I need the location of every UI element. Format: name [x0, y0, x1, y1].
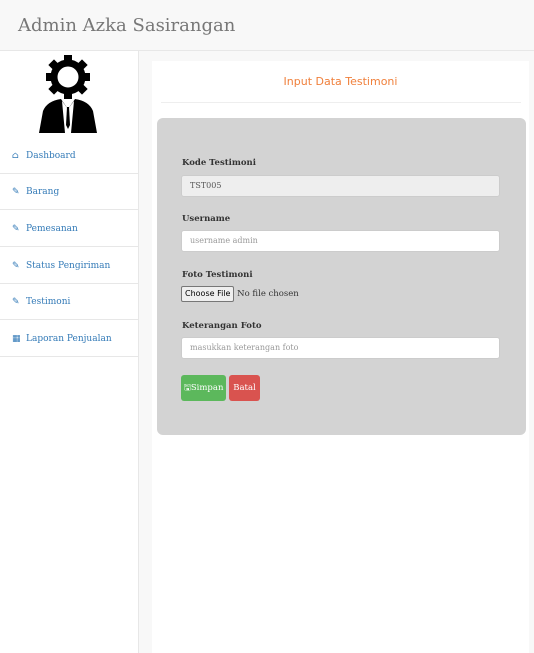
sidebar-item-status-pengiriman[interactable]: ✎ Status Pengiriman [0, 248, 138, 284]
sidebar-item-label: Dashboard [26, 151, 76, 161]
sidebar-item-label: Barang [26, 187, 60, 197]
sidebar: ⌂ Dashboard ✎ Barang ✎ Pemesanan ✎ Status Pe… [0, 51, 139, 653]
choose-file-button[interactable]: Choose File [181, 286, 235, 302]
admin-avatar-icon [39, 55, 97, 133]
edit-icon: ✎ [12, 187, 20, 197]
keterangan-foto-label: Keterangan Foto [182, 321, 262, 331]
username-label: Username [182, 214, 231, 224]
sidebar-item-label: Pemesanan [26, 224, 78, 234]
edit-icon: ✎ [12, 297, 20, 307]
sidebar-item-barang[interactable]: ✎ Barang [0, 174, 138, 210]
top-navbar: Admin Azka Sasirangan [0, 0, 534, 51]
keterangan-foto-input[interactable]: masukkan keterangan foto [181, 337, 500, 359]
save-button-label: Simpan [190, 383, 224, 393]
main-content: Input Data Testimoni Kode Testimoni TST0… [139, 51, 534, 653]
testimoni-form: Kode Testimoni TST005 Username username … [157, 118, 526, 435]
foto-testimoni-label: Foto Testimoni [182, 270, 253, 280]
save-button[interactable]: 🖫Simpan [181, 375, 226, 401]
sidebar-item-label: Status Pengiriman [26, 261, 111, 271]
save-icon: 🖫 [183, 383, 191, 393]
divider [161, 102, 521, 103]
home-icon: ⌂ [12, 151, 19, 161]
panel-title: Input Data Testimoni [283, 75, 398, 88]
sidebar-item-label: Testimoni [26, 297, 71, 307]
cancel-button[interactable]: Batal [229, 375, 260, 401]
username-input[interactable]: username admin [181, 230, 500, 252]
sidebar-item-laporan-penjualan[interactable]: ▦ Laporan Penjualan [0, 321, 138, 357]
edit-icon: ✎ [12, 224, 20, 234]
sidebar-item-dashboard[interactable]: ⌂ Dashboard [0, 138, 138, 174]
kode-testimoni-field: TST005 [181, 175, 500, 197]
brand-title[interactable]: Admin Azka Sasirangan [18, 15, 235, 36]
sidebar-item-label: Laporan Penjualan [26, 334, 112, 344]
kode-testimoni-label: Kode Testimoni [182, 158, 256, 168]
edit-icon: ✎ [12, 261, 20, 271]
chart-icon: ▦ [12, 334, 21, 344]
form-panel: Input Data Testimoni Kode Testimoni TST0… [152, 61, 529, 653]
file-status: No file chosen [237, 289, 299, 299]
sidebar-item-pemesanan[interactable]: ✎ Pemesanan [0, 211, 138, 247]
file-input[interactable]: Choose File No file chosen [181, 286, 299, 302]
sidebar-item-testimoni[interactable]: ✎ Testimoni [0, 284, 138, 320]
